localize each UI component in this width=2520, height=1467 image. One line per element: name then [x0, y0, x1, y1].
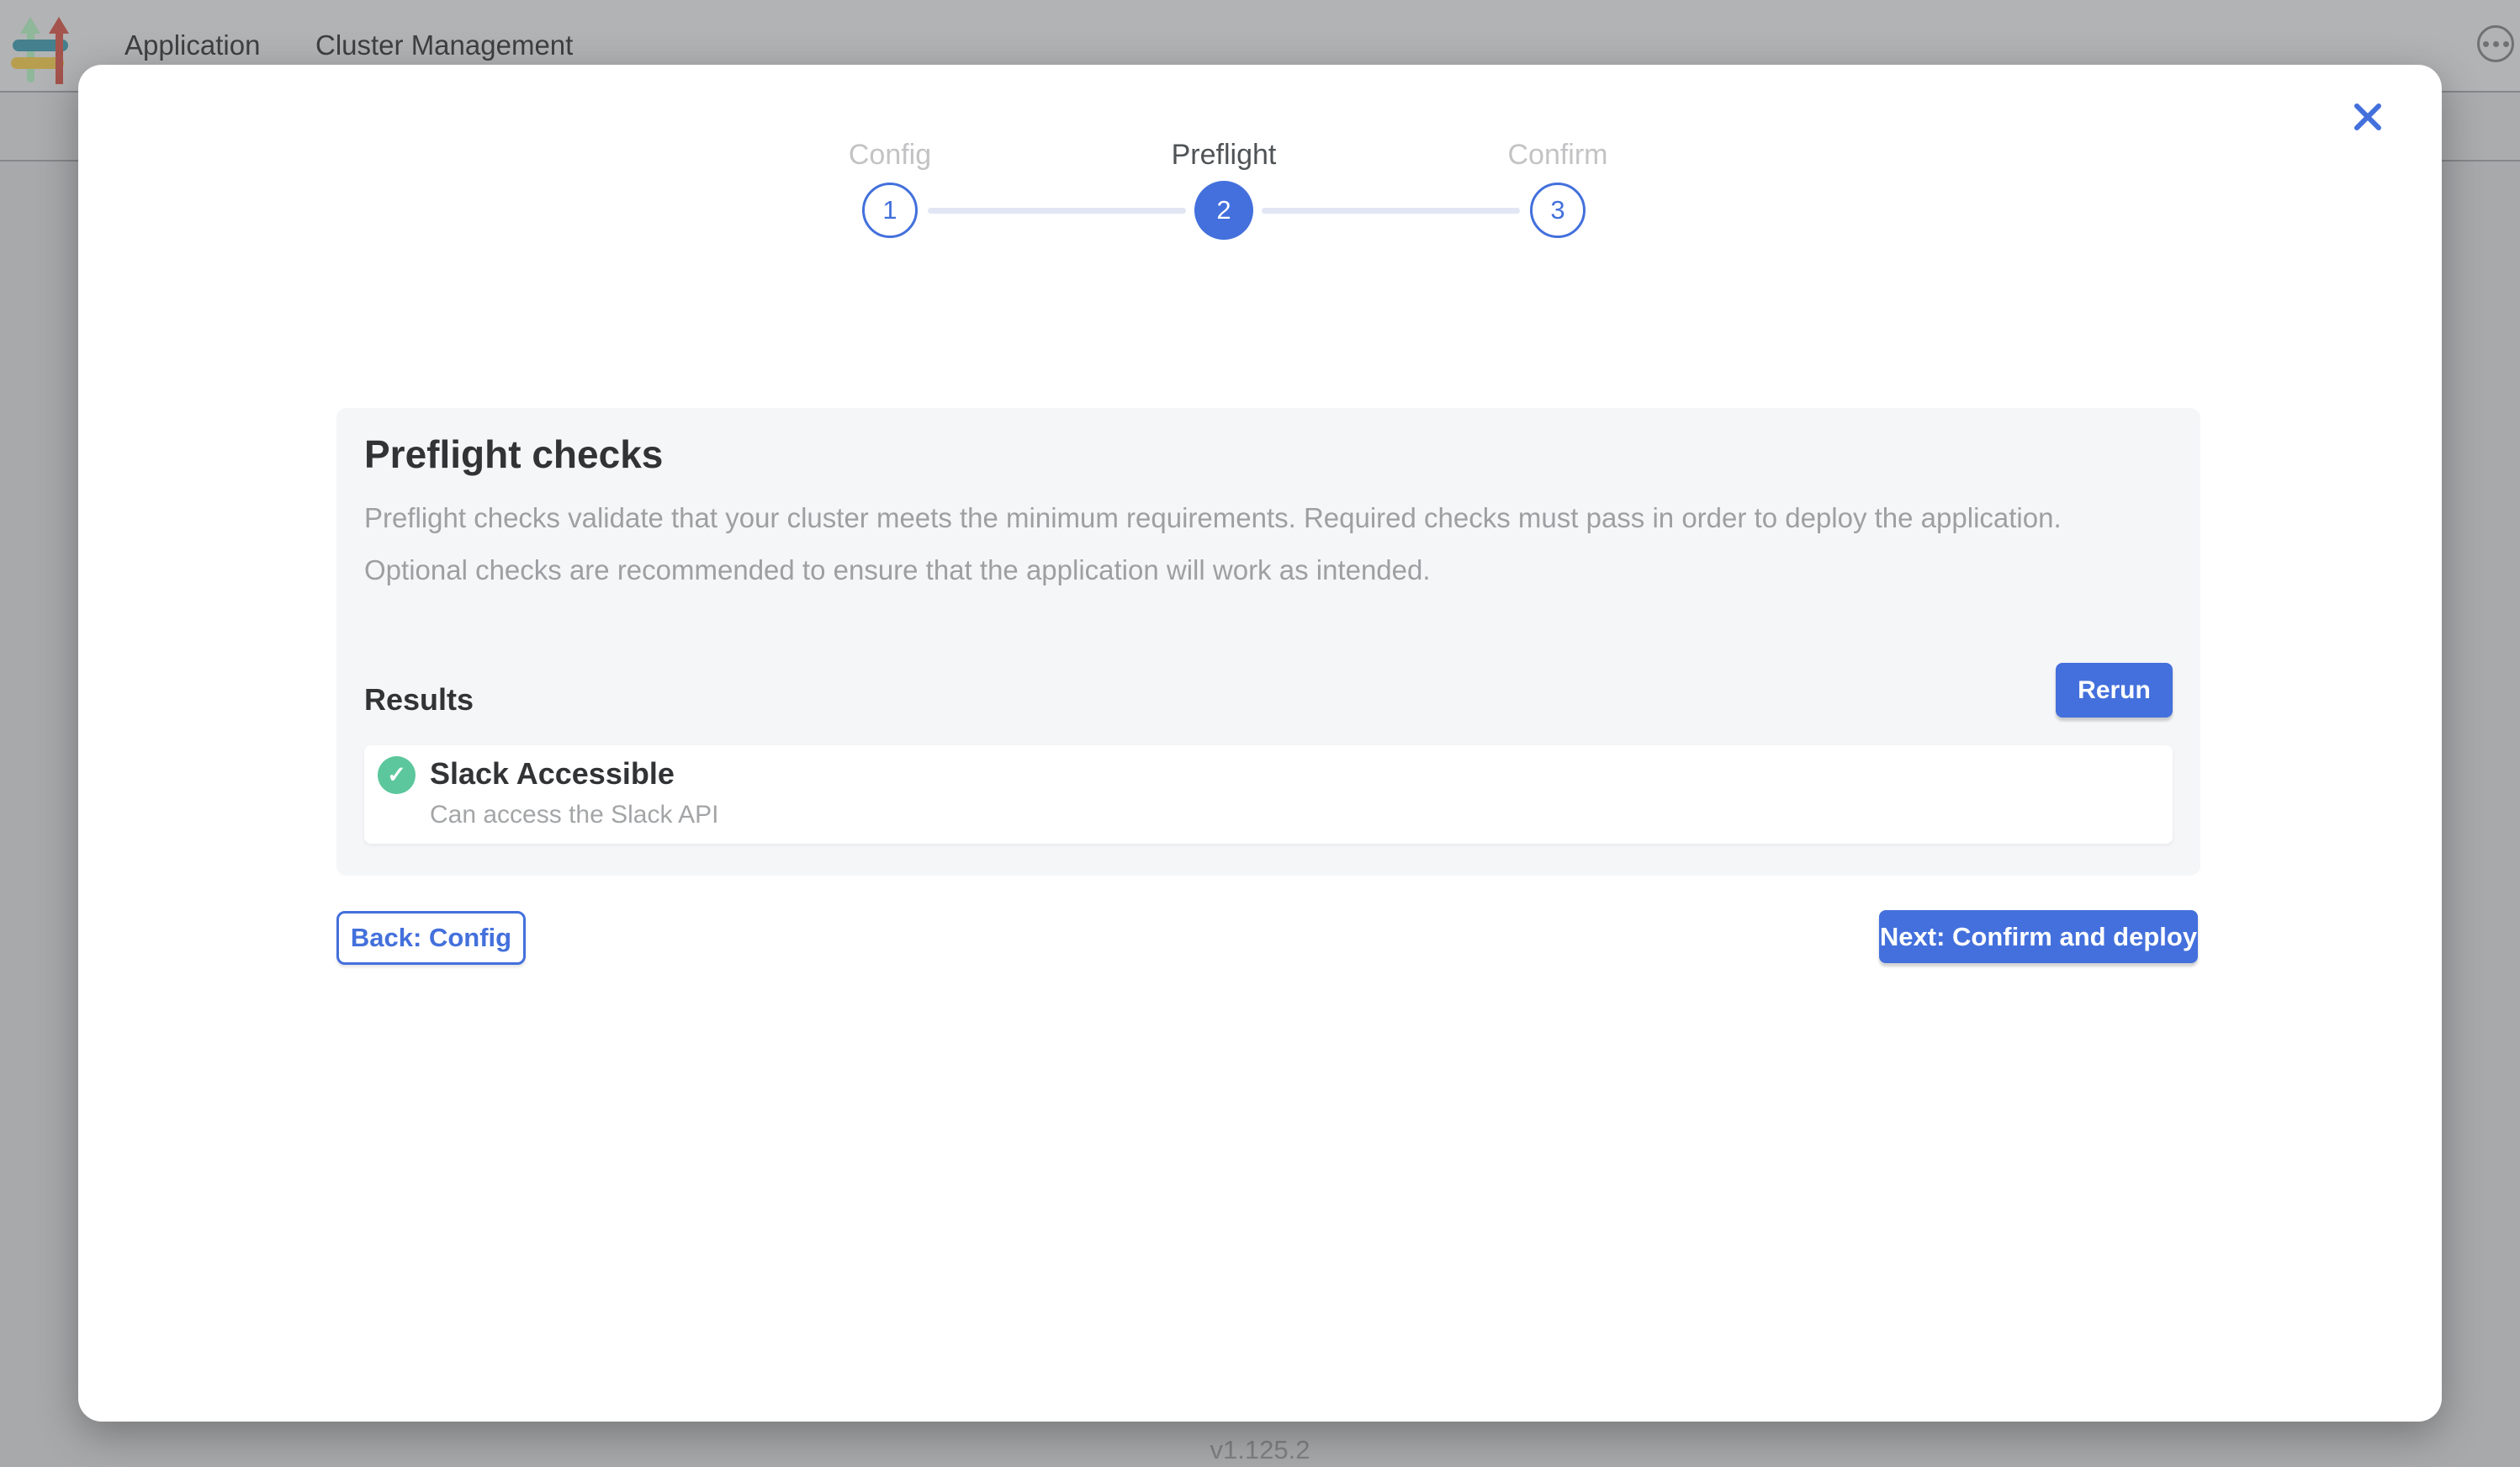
preflight-panel: Preflight checks Preflight checks valida… [336, 408, 2200, 876]
overflow-menu-icon[interactable] [2477, 25, 2514, 62]
preflight-wizard-modal: Config Preflight Confirm 1 2 3 Preflight… [78, 65, 2442, 1422]
step-circle-2-active: 2 [1194, 181, 1253, 240]
panel-description: Preflight checks validate that your clus… [364, 492, 2143, 596]
step-label-preflight: Preflight [1172, 139, 1277, 172]
next-confirm-deploy-button[interactable]: Next: Confirm and deploy [1879, 910, 2198, 963]
x-icon [2353, 103, 2382, 131]
check-pass-icon: ✓ [378, 756, 416, 794]
check-detail: Can access the Slack API [430, 801, 719, 829]
step-connector [928, 208, 1186, 214]
step-connector [1262, 208, 1520, 214]
preflight-check-row: ✓ Slack Accessible Can access the Slack … [364, 745, 2173, 844]
back-config-button[interactable]: Back: Config [336, 911, 526, 965]
version-label: v1.125.2 [0, 1435, 2520, 1465]
step-circle-3: 3 [1530, 183, 1586, 238]
check-name: Slack Accessible [430, 756, 675, 792]
ellipsis-dot [2503, 41, 2509, 47]
screen: Application Cluster Management v1.125.2 … [0, 0, 2520, 1467]
close-icon[interactable] [2346, 95, 2390, 139]
panel-title: Preflight checks [364, 432, 663, 477]
ellipsis-dot [2493, 41, 2499, 47]
rerun-button[interactable]: Rerun [2056, 663, 2173, 718]
app-logo-icon [10, 7, 69, 84]
step-label-config: Config [849, 139, 931, 172]
step-circle-1: 1 [862, 183, 918, 238]
results-heading: Results [364, 682, 474, 718]
wizard-stepper: Config Preflight Confirm 1 2 3 [862, 124, 1586, 283]
ellipsis-dot [2483, 41, 2489, 47]
step-label-confirm: Confirm [1507, 139, 1607, 172]
